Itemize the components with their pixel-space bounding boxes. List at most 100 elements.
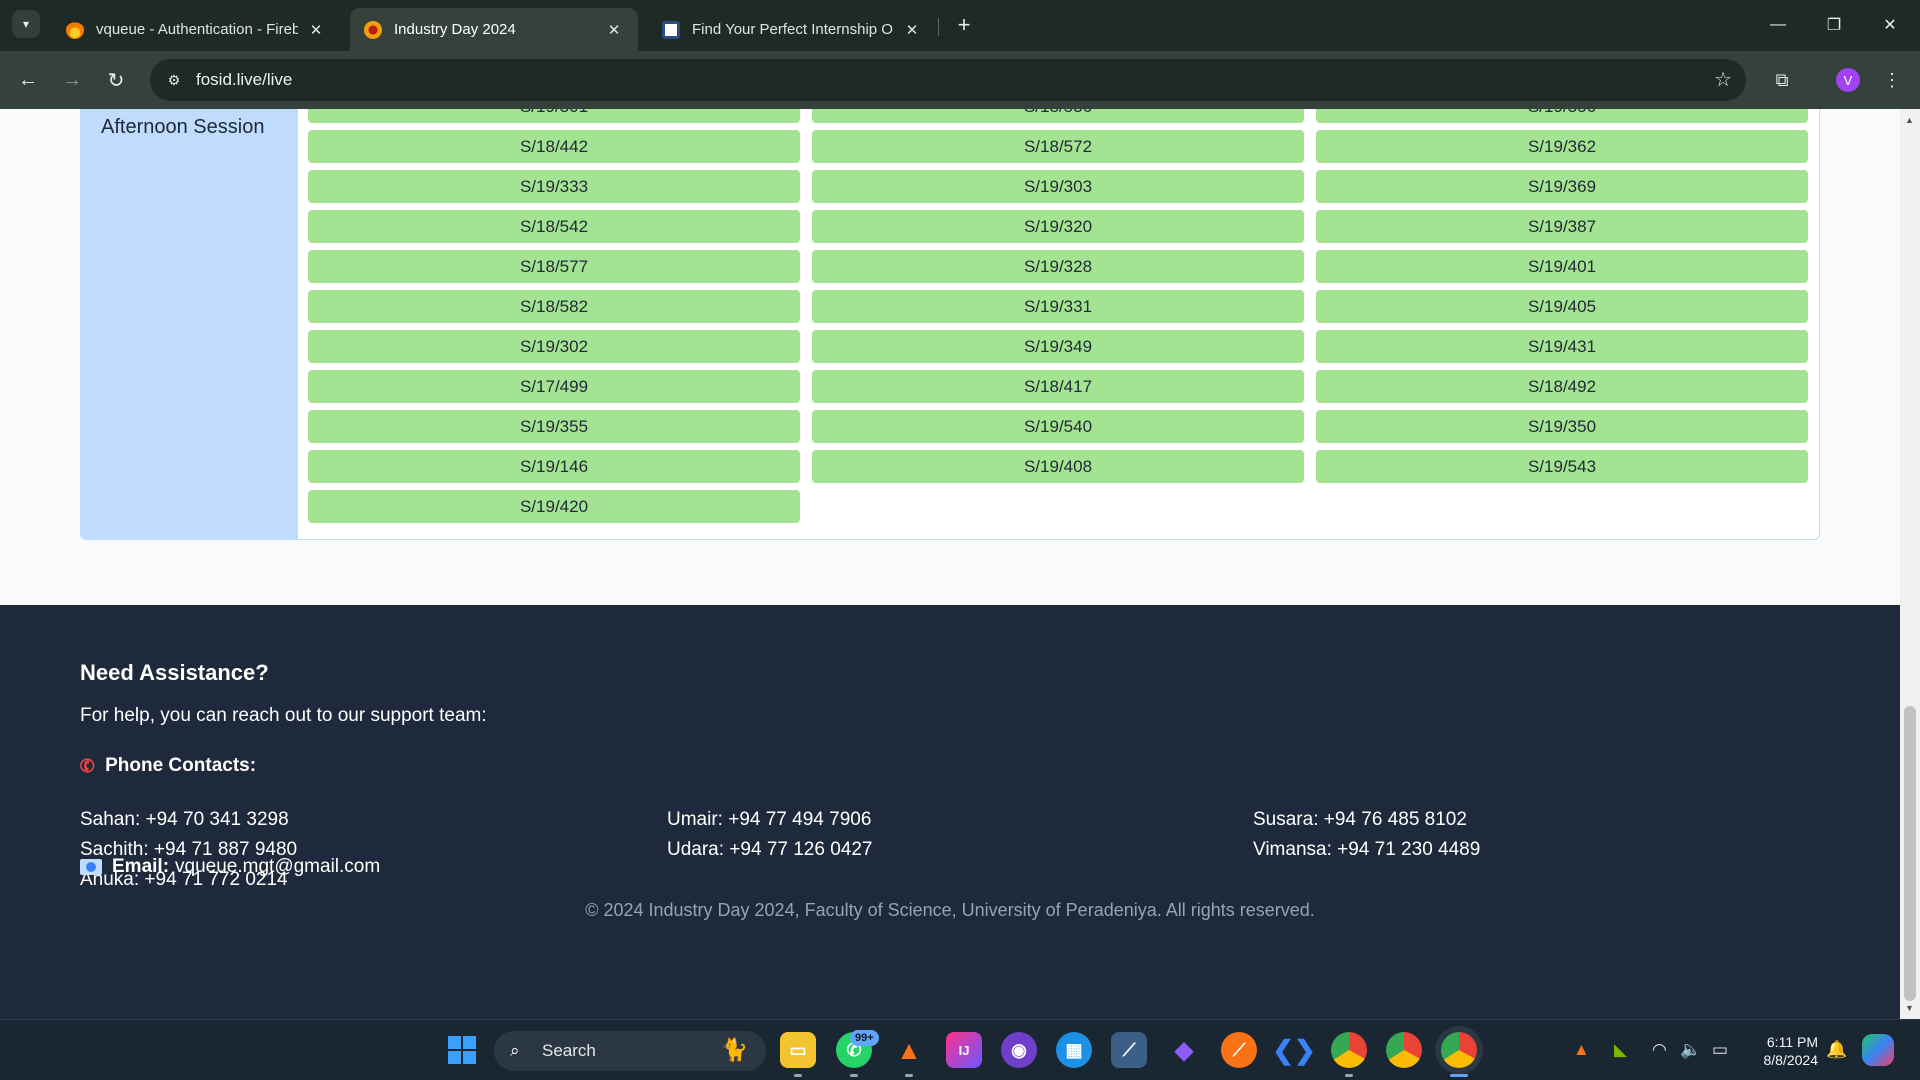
tab-internship[interactable]: Find Your Perfect Internship Op ✕ [648, 8, 936, 51]
volume-icon[interactable]: 🔈 [1680, 1040, 1701, 1060]
wifi-icon[interactable]: ◠ [1652, 1040, 1667, 1060]
contact-umair: Umair: +94 77 494 7906 [667, 809, 872, 830]
browser-menu-icon[interactable]: ⋮ [1876, 64, 1908, 96]
running-indicator [1345, 1074, 1353, 1077]
intellij-icon[interactable]: IJ [946, 1032, 982, 1068]
tab-industry-day[interactable]: Industry Day 2024 ✕ [350, 8, 638, 51]
browser-tab-bar: ▾ vqueue - Authentication - Fireb ✕ Indu… [0, 0, 1920, 51]
student-slot: S/19/540 [812, 410, 1304, 443]
postman-icon[interactable]: ⟋ [1221, 1032, 1257, 1068]
file-explorer-icon[interactable]: ▭ [780, 1032, 816, 1068]
running-indicator [850, 1074, 858, 1077]
running-indicator [905, 1074, 913, 1077]
student-slot: S/19/369 [1316, 170, 1808, 203]
chrome-active-icon[interactable] [1441, 1032, 1477, 1068]
scroll-up-arrow-icon[interactable]: ▲ [1905, 115, 1914, 125]
forward-arrow-icon[interactable]: → [56, 64, 88, 96]
student-slot: S/19/362 [1316, 130, 1808, 163]
phone-icon: ✆ [76, 753, 98, 778]
obsidian-icon[interactable]: ◆ [1166, 1032, 1202, 1068]
taskbar-clock[interactable]: 6:11 PM 8/8/2024 [1750, 1033, 1819, 1069]
email-icon [80, 859, 102, 875]
chrome-profile-2-icon[interactable] [1386, 1032, 1422, 1068]
notification-bell-icon[interactable]: 🔔 [1826, 1040, 1847, 1060]
address-bar[interactable]: ⚙ fosid.live/live ☆ [150, 59, 1746, 101]
copilot-icon[interactable] [1862, 1034, 1894, 1066]
nvidia-tray-icon[interactable]: ◣ [1614, 1040, 1627, 1060]
vlc-icon[interactable]: ▲ [891, 1032, 927, 1068]
student-slot: S/18/442 [308, 130, 800, 163]
student-slot: S/19/401 [1316, 250, 1808, 283]
github-desktop-icon[interactable]: ◉ [1001, 1032, 1037, 1068]
student-slot: S/19/349 [812, 330, 1304, 363]
student-slot: S/19/302 [308, 330, 800, 363]
running-indicator [794, 1074, 802, 1077]
windows-taskbar: ⌕ Search 🐈 ▭ ✆ 99+ ▲ IJ ◉ ▦ ⟋ ◆ ⟋ ❮❯ ▲ ◣… [0, 1019, 1920, 1080]
url-text[interactable]: fosid.live/live [196, 70, 292, 90]
copyright-text: © 2024 Industry Day 2024, Faculty of Sci… [585, 900, 1315, 920]
student-slot: S/19/350 [1316, 410, 1808, 443]
vscode-icon[interactable]: ❮❯ [1272, 1032, 1316, 1068]
close-icon[interactable]: ✕ [306, 21, 326, 39]
bookmark-star-icon[interactable]: ☆ [1714, 67, 1732, 92]
active-indicator [1450, 1074, 1468, 1077]
notification-badge: 99+ [850, 1030, 879, 1046]
tab-vqueue-firebase[interactable]: vqueue - Authentication - Fireb ✕ [52, 8, 340, 51]
student-slot: S/19/333 [308, 170, 800, 203]
session-label: Afternoon Session [101, 116, 265, 138]
student-slot: S/19/355 [308, 410, 800, 443]
battery-icon[interactable]: ▭ [1712, 1040, 1728, 1060]
contact-sahan: Sahan: +94 70 341 3298 [80, 809, 289, 830]
windows-start-icon[interactable] [448, 1036, 476, 1064]
back-arrow-icon[interactable]: ← [12, 64, 44, 96]
tab-title: Find Your Perfect Internship Op [692, 21, 894, 38]
student-slot: S/18/492 [1316, 370, 1808, 403]
contact-column-2: Umair: +94 77 494 7906 Udara: +94 77 126… [667, 805, 872, 865]
restore-icon[interactable]: ❐ [1812, 8, 1856, 42]
close-icon[interactable]: ✕ [902, 21, 922, 39]
new-tab-button[interactable]: + [950, 10, 978, 40]
student-slot: S/19/405 [1316, 290, 1808, 323]
student-slot: S/19/146 [308, 450, 800, 483]
student-slot: S/19/431 [1316, 330, 1808, 363]
search-highlight-icon: 🐈 [720, 1037, 748, 1062]
clock-time: 6:11 PM [1766, 1034, 1818, 1050]
profile-avatar[interactable]: V [1836, 68, 1860, 92]
scrollbar-thumb[interactable] [1904, 706, 1916, 1001]
contact-column-3: Susara: +94 76 485 8102 Vimansa: +94 71 … [1253, 805, 1480, 865]
taskbar-search[interactable]: ⌕ Search 🐈 [494, 1031, 766, 1071]
email-label: Email: [112, 856, 170, 877]
email-address[interactable]: vqueue.mgt@gmail.com [175, 856, 380, 878]
search-icon: ⌕ [510, 1041, 520, 1060]
student-slot: S/19/320 [812, 210, 1304, 243]
industry-day-icon [364, 20, 382, 39]
help-text: For help, you can reach out to our suppo… [80, 705, 487, 726]
vlc-tray-icon[interactable]: ▲ [1573, 1040, 1590, 1060]
minimize-icon[interactable]: — [1756, 8, 1800, 42]
page-viewport: Afternoon Session S/19/301 S/18/536 S/19/3… [0, 109, 1900, 1019]
student-slot: S/19/408 [812, 450, 1304, 483]
clock-date: 8/8/2024 [1763, 1052, 1819, 1068]
chrome-profile-1-icon[interactable] [1331, 1032, 1367, 1068]
student-slot: S/19/303 [812, 170, 1304, 203]
browser-toolbar: ← → ↻ ⚙ fosid.live/live ☆ ⧉ V ⋮ [0, 51, 1920, 109]
search-placeholder: Search [542, 1041, 596, 1060]
tab-search-button[interactable]: ▾ [12, 10, 40, 38]
site-info-icon[interactable]: ⚙ [160, 66, 188, 94]
student-slot: S/18/417 [812, 370, 1304, 403]
close-icon[interactable]: ✕ [604, 21, 624, 39]
docker-icon[interactable]: ▦ [1056, 1032, 1092, 1068]
student-slot: S/19/331 [812, 290, 1304, 323]
window-close-icon[interactable]: ✕ [1868, 8, 1912, 42]
student-slot: S/18/536 [812, 109, 1304, 123]
git-gui-icon[interactable]: ⟋ [1111, 1032, 1147, 1068]
phone-heading-text: Phone Contacts: [105, 755, 257, 776]
extensions-icon[interactable]: ⧉ [1766, 64, 1798, 96]
student-slot: S/17/499 [308, 370, 800, 403]
student-slot: S/19/387 [1316, 210, 1808, 243]
page-scrollbar[interactable]: ▲ ▼ [1900, 109, 1920, 1019]
reload-icon[interactable]: ↻ [100, 64, 132, 96]
schedule-table: Afternoon Session S/19/301 S/18/536 S/19/3… [80, 109, 1820, 540]
tab-title: vqueue - Authentication - Fireb [96, 21, 298, 38]
scroll-down-arrow-icon[interactable]: ▼ [1905, 1003, 1914, 1013]
